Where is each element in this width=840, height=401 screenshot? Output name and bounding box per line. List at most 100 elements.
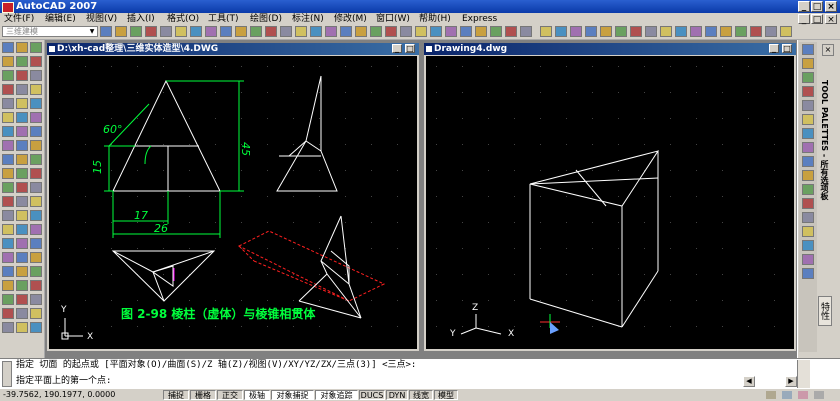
left-toolbar-tool-icon[interactable] — [16, 252, 28, 263]
left-toolbar-tool-icon[interactable] — [30, 140, 42, 151]
toolbar-tool-icon[interactable] — [325, 26, 337, 37]
left-toolbar-tool-icon[interactable] — [2, 224, 14, 235]
left-toolbar-tool-icon[interactable] — [2, 280, 14, 291]
ortho-toggle[interactable]: 正交 — [217, 390, 243, 400]
palette-tool-icon[interactable] — [802, 184, 814, 195]
snap-toggle[interactable]: 捕捉 — [163, 390, 189, 400]
toolbar-tool-icon[interactable] — [220, 26, 232, 37]
toolbar-tool-icon[interactable] — [600, 26, 612, 37]
left-toolbar-tool-icon[interactable] — [16, 322, 28, 333]
left-toolbar-tool-icon[interactable] — [2, 308, 14, 319]
doc-minimize-button[interactable]: _ — [798, 14, 810, 25]
left-toolbar-tool-icon[interactable] — [16, 140, 28, 151]
drawing-canvas-left[interactable]: 60° 45 15 17 26 Y X 图 2-98 棱柱（虚体）与棱锥相贯体 — [49, 56, 417, 349]
toolbar-tool-icon[interactable] — [520, 26, 532, 37]
lock-icon[interactable] — [766, 391, 776, 399]
left-toolbar-tool-icon[interactable] — [16, 98, 28, 109]
dyn-toggle[interactable]: DYN — [386, 390, 408, 400]
toolbar-tool-icon[interactable] — [175, 26, 187, 37]
workspace-select[interactable]: 三维建模 — [2, 26, 98, 37]
left-toolbar-tool-icon[interactable] — [30, 168, 42, 179]
window-maximize-button[interactable]: □ — [405, 44, 415, 53]
toolbar-tool-icon[interactable] — [250, 26, 262, 37]
left-toolbar-tool-icon[interactable] — [16, 168, 28, 179]
toolbar-tool-icon[interactable] — [460, 26, 472, 37]
left-toolbar-tool-icon[interactable] — [2, 56, 14, 67]
menu-draw[interactable]: 绘图(D) — [250, 13, 282, 25]
left-toolbar-tool-icon[interactable] — [2, 42, 14, 53]
lineweight-toggle[interactable]: 线宽 — [409, 390, 433, 400]
left-toolbar-tool-icon[interactable] — [2, 322, 14, 333]
toolbar-tool-icon[interactable] — [780, 26, 792, 37]
left-toolbar-tool-icon[interactable] — [16, 210, 28, 221]
left-toolbar-tool-icon[interactable] — [30, 210, 42, 221]
toolbar-tool-icon[interactable] — [385, 26, 397, 37]
grid-toggle[interactable]: 栅格 — [190, 390, 216, 400]
left-toolbar-tool-icon[interactable] — [30, 308, 42, 319]
left-toolbar-tool-icon[interactable] — [16, 126, 28, 137]
palette-tool-icon[interactable] — [802, 114, 814, 125]
left-toolbar-tool-icon[interactable] — [16, 238, 28, 249]
left-toolbar-tool-icon[interactable] — [30, 322, 42, 333]
toolbar-tool-icon[interactable] — [310, 26, 322, 37]
command-line[interactable]: 指定 切面 的起点或 [平面对象(O)/曲面(S)/Z 轴(Z)/视图(V)/X… — [0, 358, 840, 389]
drawing-window-right[interactable]: Drawing4.dwg _ □ Z Y X — [423, 42, 797, 352]
menu-help[interactable]: 帮助(H) — [419, 13, 451, 25]
left-toolbar-tool-icon[interactable] — [2, 182, 14, 193]
toolbar-tool-icon[interactable] — [615, 26, 627, 37]
toolbar-tool-icon[interactable] — [555, 26, 567, 37]
left-toolbar-tool-icon[interactable] — [30, 112, 42, 123]
palette-tool-icon[interactable] — [802, 212, 814, 223]
minimize-button[interactable]: _ — [798, 1, 810, 12]
toolbar-tool-icon[interactable] — [585, 26, 597, 37]
palette-tool-icon[interactable] — [802, 240, 814, 251]
toolbar-tool-icon[interactable] — [415, 26, 427, 37]
toolbar-tool-icon[interactable] — [630, 26, 642, 37]
left-toolbar-tool-icon[interactable] — [30, 42, 42, 53]
palette-tool-icon[interactable] — [802, 156, 814, 167]
left-toolbar-tool-icon[interactable] — [2, 84, 14, 95]
menu-format[interactable]: 格式(O) — [167, 13, 199, 25]
toolbar-tool-icon[interactable] — [490, 26, 502, 37]
otrack-toggle[interactable]: 对象追踪 — [315, 390, 358, 400]
palette-tool-icon[interactable] — [802, 44, 814, 55]
palette-tool-icon[interactable] — [802, 226, 814, 237]
palette-tool-icon[interactable] — [802, 254, 814, 265]
left-toolbar-tool-icon[interactable] — [16, 84, 28, 95]
toolbar-tool-icon[interactable] — [355, 26, 367, 37]
left-toolbar-tool-icon[interactable] — [2, 252, 14, 263]
menu-express[interactable]: Express — [462, 13, 497, 25]
palette-tool-icon[interactable] — [802, 142, 814, 153]
left-toolbar-tool-icon[interactable] — [2, 112, 14, 123]
toolbar-tool-icon[interactable] — [295, 26, 307, 37]
toolbar-tool-icon[interactable] — [280, 26, 292, 37]
palette-tool-icon[interactable] — [802, 100, 814, 111]
drawing-canvas-right[interactable]: Z Y X — [426, 56, 794, 349]
left-toolbar-tool-icon[interactable] — [16, 112, 28, 123]
palette-tool-icon[interactable] — [802, 86, 814, 97]
osnap-toggle[interactable]: 对象捕捉 — [271, 390, 314, 400]
toolbar-tool-icon[interactable] — [190, 26, 202, 37]
left-toolbar-tool-icon[interactable] — [2, 70, 14, 81]
left-toolbar-tool-icon[interactable] — [30, 224, 42, 235]
scroll-right-icon[interactable]: ▶ — [785, 376, 797, 387]
left-toolbar-tool-icon[interactable] — [16, 294, 28, 305]
left-toolbar-tool-icon[interactable] — [30, 266, 42, 277]
toolbar-tool-icon[interactable] — [645, 26, 657, 37]
toolbar-tool-icon[interactable] — [115, 26, 127, 37]
left-toolbar-tool-icon[interactable] — [2, 266, 14, 277]
drawing-window-left[interactable]: D:\xh-cad整理\三维实体造型\4.DWG _ □ 60° 45 15 1… — [46, 42, 420, 352]
toolbar-tool-icon[interactable] — [370, 26, 382, 37]
clean-screen-icon[interactable] — [814, 391, 824, 399]
left-toolbar-tool-icon[interactable] — [16, 42, 28, 53]
menu-file[interactable]: 文件(F) — [4, 13, 34, 25]
palette-tool-icon[interactable] — [802, 128, 814, 139]
workspace-dropdown-arrow-icon[interactable]: ▼ — [88, 27, 96, 36]
left-toolbar-tool-icon[interactable] — [2, 140, 14, 151]
toolbar-tool-icon[interactable] — [130, 26, 142, 37]
close-button[interactable]: × — [825, 1, 837, 12]
left-toolbar-tool-icon[interactable] — [2, 294, 14, 305]
left-toolbar-tool-icon[interactable] — [16, 70, 28, 81]
polar-toggle[interactable]: 极轴 — [244, 390, 270, 400]
left-toolbar-tool-icon[interactable] — [2, 154, 14, 165]
